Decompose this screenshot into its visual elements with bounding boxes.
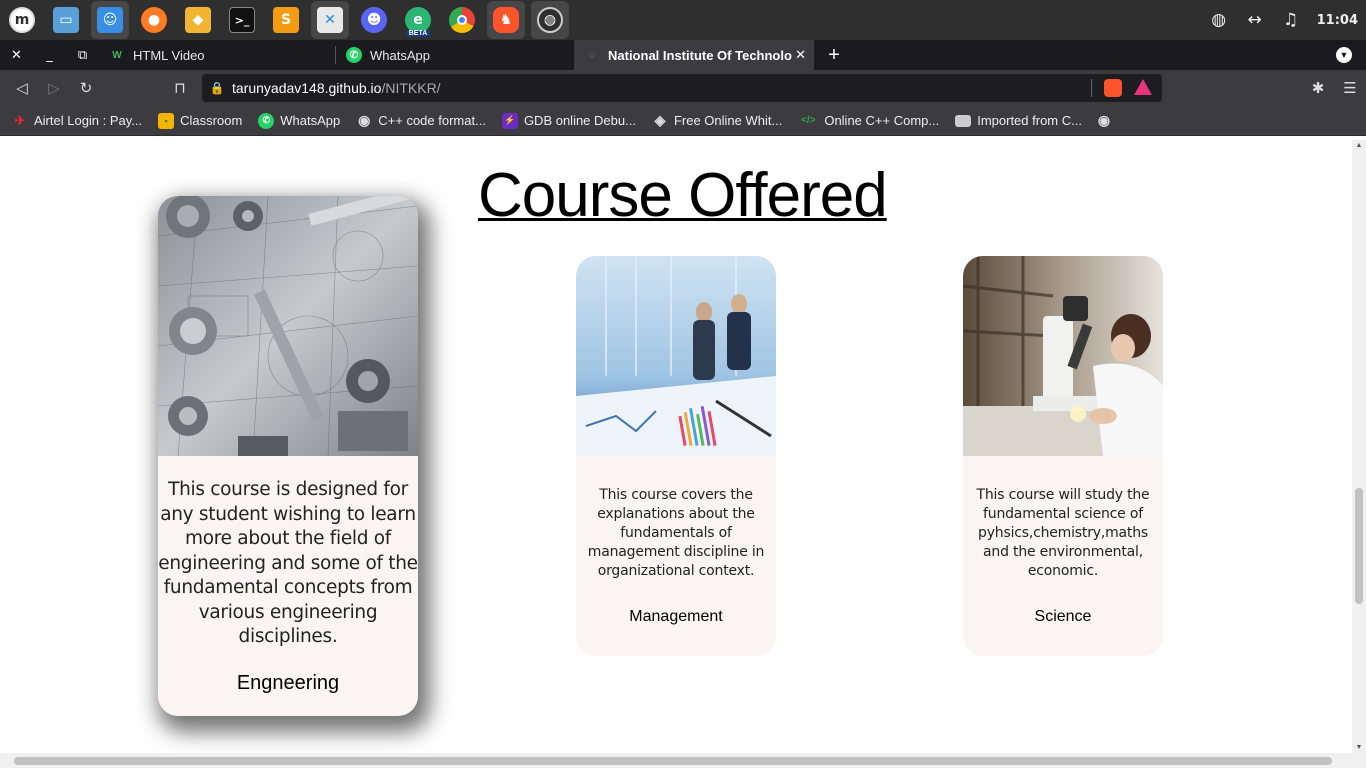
bookmark-label: WhatsApp <box>280 113 341 128</box>
tab-close-icon[interactable]: ✕ <box>795 48 806 63</box>
bookmark-label: GDB online Debu... <box>523 113 636 128</box>
bookmark-classroom[interactable]: ▪ Classroom <box>158 112 243 129</box>
globe-icon: ◉ <box>1097 112 1111 128</box>
brave-app-icon[interactable]: ♞ <box>487 1 525 39</box>
window-restore-icon[interactable]: ⧉ <box>66 48 99 63</box>
course-description: This course will study the fundamental s… <box>976 487 1150 579</box>
course-name: Science <box>1034 608 1092 625</box>
bookmark-globe[interactable]: ◉ <box>1096 112 1118 129</box>
extensions-icon[interactable]: ✱ <box>1302 79 1334 97</box>
bookmark-label: Free Online Whit... <box>673 113 783 128</box>
sublime-app-icon[interactable]: S <box>267 1 305 39</box>
course-description: This course covers the explanations abou… <box>587 487 765 579</box>
scroll-up-icon[interactable]: ▲ <box>1355 142 1363 149</box>
window-close-icon[interactable]: ✕ <box>0 48 33 63</box>
reload-icon[interactable]: ↻ <box>70 79 102 97</box>
obs-app-icon[interactable]: ◍ <box>531 1 569 39</box>
course-name: Management <box>629 608 723 625</box>
window-minimize-icon[interactable]: _ <box>33 48 66 63</box>
os-taskbar: m ▭ ☺ ● ◆ >_ S ✕ ☻ e BETA ♞ ◍ ◍ ↔ ♫ 11:04 <box>0 0 1366 40</box>
files-app-icon[interactable]: ▭ <box>47 1 85 39</box>
discord-app-icon[interactable]: ☻ <box>355 1 393 39</box>
url-path: /NITKKR/ <box>381 80 441 96</box>
globe-icon: ◉ <box>358 112 371 128</box>
tab-title: WhatsApp <box>370 47 430 63</box>
classroom-icon: ▪ <box>158 112 175 129</box>
os-menu-icon[interactable]: m <box>3 1 41 39</box>
engineering-tools-image <box>158 196 418 456</box>
clock[interactable]: 11:04 <box>1317 13 1358 28</box>
music-icon[interactable]: ♫ <box>1273 10 1309 30</box>
bookmark-airtel[interactable]: ✈ Airtel Login : Pay... <box>12 112 143 129</box>
chrome-app-icon[interactable] <box>443 1 481 39</box>
genie-app-icon[interactable]: ◆ <box>179 1 217 39</box>
bookmark-label: Airtel Login : Pay... <box>34 113 143 128</box>
gdb-icon: ⚡ <box>501 112 518 129</box>
brave-shields-icon[interactable] <box>1104 79 1122 97</box>
whatsapp-favicon-icon: ✆ <box>346 47 362 63</box>
tab-html-video[interactable]: W HTML Video <box>99 40 335 70</box>
finder-app-icon[interactable]: ☺ <box>91 1 129 39</box>
horizontal-scroll-thumb[interactable] <box>14 757 1332 765</box>
vertical-scroll-thumb[interactable] <box>1355 488 1363 604</box>
course-description: This course is designed for any student … <box>158 479 418 647</box>
microscope-lab-image <box>963 256 1163 456</box>
course-name: Engneering <box>236 671 340 694</box>
tab-title: National Institute Of Technolo <box>608 47 792 63</box>
new-tab-button[interactable]: + <box>814 44 854 67</box>
back-icon[interactable]: ◁ <box>6 79 38 97</box>
tab-nitkkr[interactable]: ◌ National Institute Of Technolo ✕ <box>574 40 814 70</box>
course-card-engineering[interactable]: This course is designed for any student … <box>158 196 418 716</box>
course-card-management[interactable]: This course covers the explanations abou… <box>576 256 776 656</box>
lock-icon[interactable]: 🔒 <box>202 81 232 95</box>
bookmark-label: Imported from C... <box>977 113 1082 128</box>
firefox-app-icon[interactable]: ● <box>135 1 173 39</box>
browser-toolbar: ◁ ▷ ↻ ⊓ 🔒 tarunyadav148.github.io/NITKKR… <box>0 70 1366 106</box>
url-host: tarunyadav148.github.io <box>232 80 382 96</box>
bookmarks-bar: ✈ Airtel Login : Pay... ▪ Classroom ✆ Whats… <box>0 106 1366 136</box>
globe-favicon-icon: ◌ <box>589 49 595 61</box>
bookmark-label: Classroom <box>180 113 243 128</box>
scroll-down-icon[interactable]: ▼ <box>1355 744 1363 751</box>
bookmark-label: Online C++ Comp... <box>824 113 940 128</box>
bookmark-whiteboard[interactable]: ◈ Free Online Whit... <box>652 112 783 129</box>
brave-rewards-icon[interactable] <box>1134 79 1152 95</box>
tab-whatsapp[interactable]: ✆ WhatsApp <box>336 40 574 70</box>
whatsapp-icon: ✆ <box>258 112 275 129</box>
address-bar[interactable]: 🔒 tarunyadav148.github.io/NITKKR/ <box>202 74 1162 102</box>
code-icon: </> <box>801 115 816 126</box>
bookmark-folder-imported[interactable]: Imported from C... <box>955 113 1082 128</box>
vscode-app-icon[interactable]: ✕ <box>311 1 349 39</box>
edge-beta-app-icon[interactable]: e BETA <box>399 1 437 39</box>
html-video-favicon-icon: W <box>112 49 122 61</box>
tab-title: HTML Video <box>133 47 205 63</box>
bookmark-cpp-formatter[interactable]: ◉ C++ code format... <box>356 112 486 129</box>
bookmark-label: C++ code format... <box>378 113 486 128</box>
business-meeting-image <box>576 256 776 456</box>
horizontal-scrollbar[interactable] <box>0 753 1352 768</box>
folder-icon <box>955 114 972 127</box>
browser-menu-icon[interactable]: ☰ <box>1334 79 1366 97</box>
whiteboard-icon: ◈ <box>654 112 666 128</box>
terminal-app-icon[interactable]: >_ <box>223 1 261 39</box>
tab-list-dropdown-icon[interactable]: ▼ <box>1336 47 1352 63</box>
scrollbar-corner <box>1352 753 1366 768</box>
bookmark-whatsapp[interactable]: ✆ WhatsApp <box>258 112 341 129</box>
page-title: Course Offered <box>478 161 888 230</box>
network-icon[interactable]: ↔ <box>1237 10 1273 30</box>
web-page: Course Offered This course is designed f… <box>0 140 1352 753</box>
bookmark-icon[interactable]: ⊓ <box>164 79 196 97</box>
obs-tray-icon[interactable]: ◍ <box>1201 10 1237 30</box>
airtel-icon: ✈ <box>14 112 26 128</box>
urlbar-divider <box>1091 79 1092 97</box>
browser-tab-strip: ✕ _ ⧉ W HTML Video ✆ WhatsApp ◌ National… <box>0 40 1366 70</box>
course-card-science[interactable]: This course will study the fundamental s… <box>963 256 1163 656</box>
bookmark-online-cpp[interactable]: </> Online C++ Comp... <box>798 113 939 129</box>
system-tray: ◍ ↔ ♫ 11:04 <box>1201 0 1366 40</box>
bookmark-gdb[interactable]: ⚡ GDB online Debu... <box>501 112 636 129</box>
vertical-scrollbar[interactable]: ▲ ▼ <box>1352 140 1366 753</box>
forward-icon[interactable]: ▷ <box>38 79 70 97</box>
toolbar-right-group: ✱ ☰ <box>1302 79 1366 97</box>
beta-badge: BETA <box>405 30 431 37</box>
